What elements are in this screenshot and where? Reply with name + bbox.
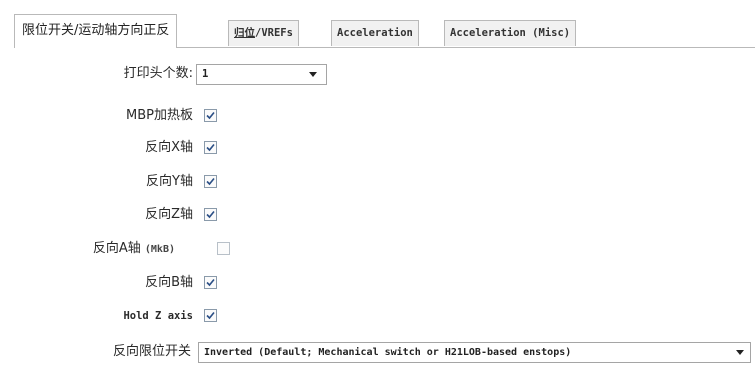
tab-bar: 限位开关/运动轴方向正反 归位/VREFs Acceleration Accel…: [14, 14, 755, 48]
tab-label: Acceleration: [337, 27, 413, 39]
tab-label-homing: 归位: [234, 27, 255, 39]
tab-acceleration-misc[interactable]: Acceleration (Misc): [444, 20, 577, 46]
row-invert-z: 反向Z轴: [0, 205, 755, 225]
invert-a-label-group: 反向A轴 (MkB): [93, 239, 175, 259]
tab-endstops-axis-direction[interactable]: 限位开关/运动轴方向正反: [14, 14, 178, 48]
tab-homing-vrefs[interactable]: 归位/VREFs: [228, 20, 299, 46]
mbp-heatbed-checkbox[interactable]: [204, 109, 217, 122]
invert-endstops-select[interactable]: Inverted (Default; Mechanical switch or …: [198, 342, 751, 363]
invert-z-label: 反向Z轴: [145, 207, 193, 222]
invert-endstops-value: Inverted (Default; Mechanical switch or …: [204, 347, 572, 358]
row-invert-a: 反向A轴 (MkB): [0, 239, 755, 259]
head-count-select[interactable]: 1: [196, 64, 327, 85]
chevron-down-icon: [309, 72, 317, 77]
invert-a-checkbox[interactable]: [217, 242, 230, 255]
invert-endstops-label: 反向限位开关: [112, 344, 191, 359]
invert-b-checkbox[interactable]: [204, 276, 217, 289]
row-invert-x: 反向X轴: [0, 138, 755, 158]
checkmark-icon: [206, 311, 215, 320]
invert-z-checkbox[interactable]: [204, 208, 217, 221]
head-count-label: 打印头个数:: [123, 66, 193, 81]
checkmark-icon: [206, 111, 215, 120]
tab-acceleration[interactable]: Acceleration: [331, 20, 419, 46]
chevron-down-icon: [736, 350, 744, 355]
row-hold-z: Hold Z axis: [0, 306, 755, 326]
hold-z-label: Hold Z axis: [123, 310, 193, 322]
invert-x-label: 反向X轴: [145, 140, 193, 155]
invert-a-note: (MkB): [144, 244, 175, 255]
invert-y-label: 反向Y轴: [146, 174, 193, 189]
invert-a-label: 反向A轴: [92, 241, 141, 256]
row-mbp-heatbed: MBP加热板: [0, 106, 755, 126]
head-count-value: 1: [202, 68, 209, 80]
hold-z-checkbox[interactable]: [204, 309, 217, 322]
checkmark-icon: [206, 177, 215, 186]
row-invert-y: 反向Y轴: [0, 172, 755, 192]
checkmark-icon: [206, 278, 215, 287]
checkmark-icon: [206, 143, 215, 152]
tab-label: Acceleration (Misc): [450, 27, 571, 39]
mbp-heatbed-label: MBP加热板: [126, 108, 193, 123]
tab-label: 限位开关/运动轴方向正反: [22, 23, 170, 38]
invert-y-checkbox[interactable]: [204, 175, 217, 188]
invert-b-label: 反向B轴: [145, 275, 193, 290]
checkmark-icon: [206, 210, 215, 219]
invert-x-checkbox[interactable]: [204, 141, 217, 154]
row-invert-b: 反向B轴: [0, 273, 755, 293]
tab-label-vrefs: /VREFs: [255, 27, 293, 39]
row-head-count: 打印头个数: 1: [0, 64, 755, 85]
row-invert-endstops: 反向限位开关 Inverted (Default; Mechanical swi…: [0, 342, 755, 363]
